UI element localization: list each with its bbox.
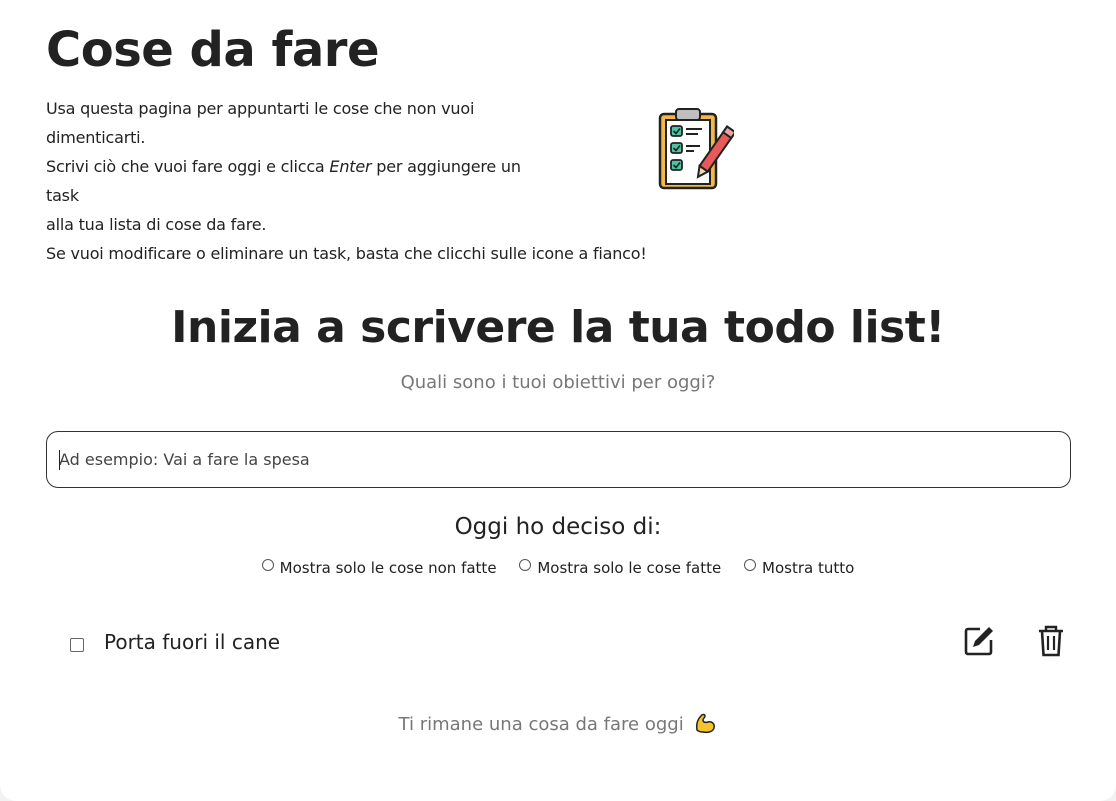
intro-line: dimenticarti. <box>46 128 146 147</box>
task-item: Porta fuori il cane <box>46 622 1071 666</box>
text-caret <box>59 450 60 470</box>
filter-undone-radio[interactable] <box>261 559 274 571</box>
intro-line: Scrivi ciò che vuoi fare oggi e clicca E… <box>46 152 686 181</box>
intro-line: Se vuoi modificare o eliminare un task, … <box>46 244 647 263</box>
filter-undone-label: Mostra solo le cose non fatte <box>279 559 497 577</box>
filter-all-radio[interactable] <box>744 559 757 571</box>
filter-radio-group: Mostra solo le cose non fatte Mostra sol… <box>0 559 1116 578</box>
todo-subtitle: Inizia a scrivere la tua todo list! <box>171 302 945 353</box>
intro-line: alla tua lista di cose da fare. <box>46 215 267 234</box>
task-done-checkbox[interactable] <box>70 638 84 652</box>
filter-done-label: Mostra solo le cose fatte <box>537 559 722 577</box>
filter-all-option[interactable]: Mostra tutto <box>744 559 854 577</box>
page-title: Cose da fare <box>46 22 380 78</box>
edit-icon[interactable] <box>962 624 996 658</box>
todo-question: Quali sono i tuoi obiettivi per oggi? <box>400 372 716 393</box>
remaining-text: Ti rimane una cosa da fare oggi <box>398 714 684 735</box>
filter-done-radio[interactable] <box>519 559 532 571</box>
trash-icon[interactable] <box>1034 624 1068 658</box>
intro-line: task <box>46 186 79 205</box>
filter-done-option[interactable]: Mostra solo le cose fatte <box>519 559 721 577</box>
intro-line: Usa questa pagina per appuntarti le cose… <box>46 99 475 118</box>
intro-text: Usa questa pagina per appuntarti le cose… <box>46 94 686 268</box>
clipboard-checklist-icon <box>658 108 734 190</box>
remaining-tasks-message: Ti rimane una cosa da fare oggi <box>0 712 1116 735</box>
enter-key-emphasis: Enter <box>329 157 372 176</box>
intro-text-part: Scrivi ciò che vuoi fare oggi e clicca <box>46 157 330 176</box>
flexed-biceps-icon <box>696 713 716 734</box>
intro-text-part: per aggiungere un <box>371 157 521 176</box>
filter-title: Oggi ho deciso di: <box>454 514 662 540</box>
new-task-input[interactable] <box>46 431 1071 488</box>
todo-card: Cose da fare Usa questa pagina per appun… <box>0 0 1116 801</box>
filter-undone-option[interactable]: Mostra solo le cose non fatte <box>261 559 497 577</box>
filter-all-label: Mostra tutto <box>762 559 855 577</box>
task-label: Porta fuori il cane <box>104 630 281 654</box>
